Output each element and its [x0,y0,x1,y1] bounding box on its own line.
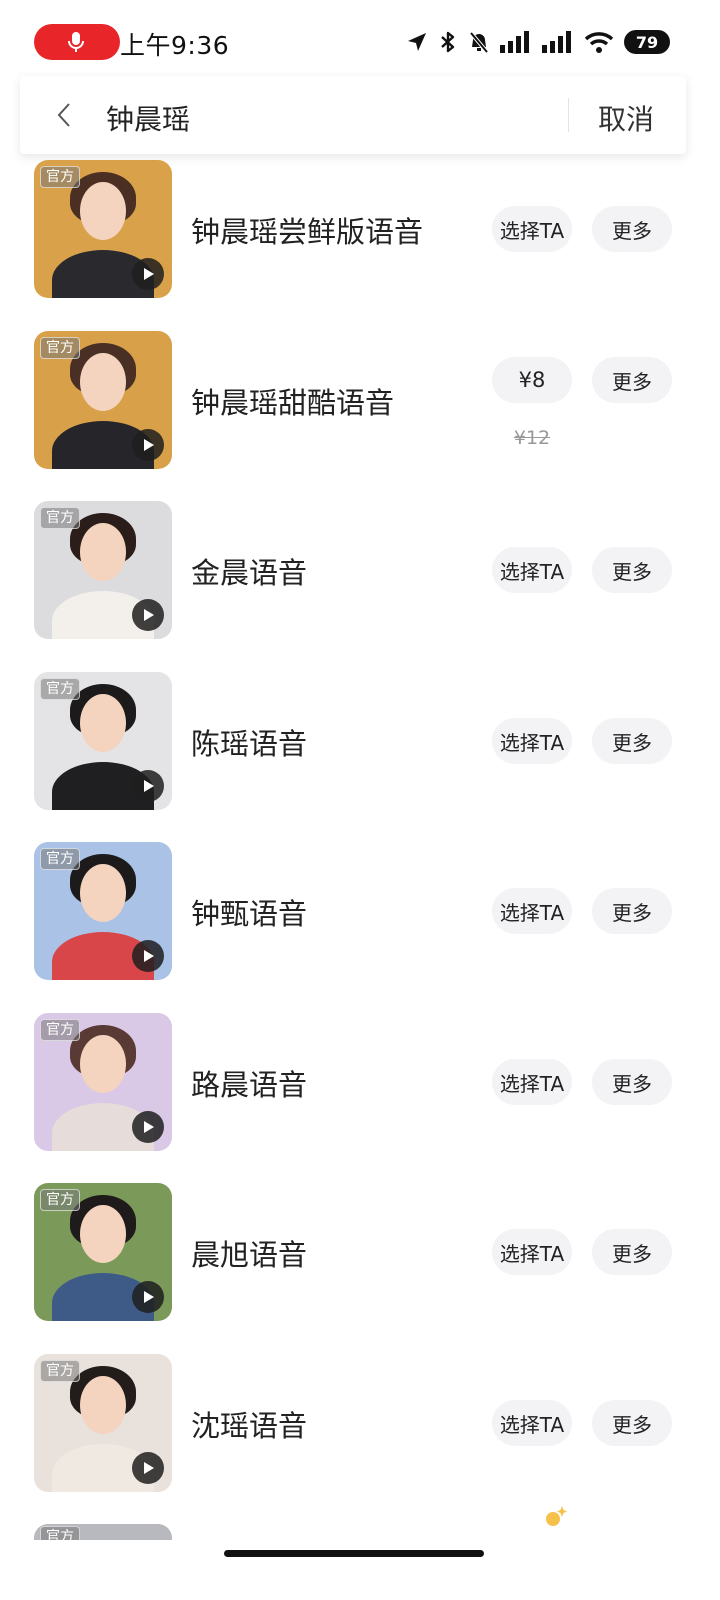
chevron-left-icon [57,103,70,127]
voice-name: 陈瑶语音 [191,727,308,761]
voice-thumbnail[interactable]: 官方 [34,842,172,980]
status-time: 上午9:36 [120,31,230,60]
more-button[interactable]: 更多 [592,1229,672,1275]
thumbnail-figure-face [80,523,126,581]
voice-result-list: 官方 钟晨瑶尝鲜版语音 选择TA 更多 官方 钟晨瑶甜酷语音 ¥8 更多 ¥12… [0,160,720,1540]
voice-thumbnail[interactable]: 官方 [34,1354,172,1492]
voice-name: 钟晨瑶尝鲜版语音 [191,215,424,249]
more-button[interactable]: 更多 [592,357,672,403]
select-voice-button[interactable]: 选择TA [492,718,572,764]
play-preview-button[interactable] [132,770,164,802]
more-button[interactable]: 更多 [592,206,672,252]
voice-list-item[interactable]: 官方 钟晨瑶尝鲜版语音 选择TA 更多 [0,160,720,300]
official-tag: 官方 [40,1019,80,1041]
microphone-recording-indicator[interactable] [34,24,120,60]
microphone-icon [68,32,84,52]
more-button[interactable]: 更多 [592,547,672,593]
voice-list-item[interactable]: 官方 钟晨瑶甜酷语音 ¥8 更多 ¥12 [0,331,720,471]
play-icon [144,1121,154,1133]
official-tag: 官方 [40,166,80,188]
voice-thumbnail[interactable]: 官方 [34,501,172,639]
play-preview-button[interactable] [132,599,164,631]
official-tag: 官方 [40,848,80,870]
select-voice-button[interactable]: 选择TA [492,547,572,593]
play-preview-button[interactable] [132,1452,164,1484]
voice-thumbnail[interactable]: 官方 [34,1183,172,1321]
voice-list-item[interactable]: 官方 金晨语音 选择TA 更多 [0,501,720,641]
voice-list-item[interactable]: 官方 钟甄语音 选择TA 更多 [0,842,720,982]
search-input[interactable]: 钟晨瑶 [106,98,190,138]
voice-name: 沈瑶语音 [191,1409,308,1443]
play-preview-button[interactable] [132,258,164,290]
voice-name: 钟晨瑶甜酷语音 [191,386,395,420]
play-icon [144,780,154,792]
thumbnail-figure-face [80,1035,126,1093]
voice-name: 晨旭语音 [191,1238,308,1272]
play-icon [144,268,154,280]
voice-name: 金晨语音 [191,556,308,590]
signal-strength-icon [500,31,529,53]
select-voice-button[interactable]: 选择TA [492,1229,572,1275]
play-preview-button[interactable] [132,940,164,972]
thumbnail-figure-face [80,864,126,922]
location-arrow-icon [408,33,426,51]
partial-list-item-thumbnail: 官方 [34,1524,172,1540]
official-tag: 官方 [40,1360,80,1382]
play-preview-button[interactable] [132,1111,164,1143]
play-preview-button[interactable] [132,429,164,461]
voice-list-item[interactable]: 官方 陈瑶语音 选择TA 更多 [0,672,720,812]
more-button[interactable]: 更多 [592,1059,672,1105]
voice-thumbnail[interactable]: 官方 [34,331,172,469]
voice-thumbnail[interactable]: 官方 [34,1013,172,1151]
thumbnail-figure-face [80,694,126,752]
more-button[interactable]: 更多 [592,718,672,764]
play-icon [144,1462,154,1474]
divider [568,98,569,132]
battery-level: 79 [624,30,670,54]
thumbnail-figure-face [80,182,126,240]
official-tag: 官方 [40,507,80,529]
thumbnail-figure-face [80,353,126,411]
voice-list-item[interactable]: 官方 沈瑶语音 选择TA 更多 [0,1354,720,1494]
official-tag: 官方 [40,678,80,700]
original-price: ¥12 [513,427,551,449]
sparkle-icon [544,1504,568,1532]
select-voice-button[interactable]: 选择TA [492,1400,572,1446]
home-indicator[interactable] [224,1550,484,1557]
wifi-icon [584,32,614,53]
official-tag: 官方 [40,337,80,359]
bluetooth-icon [441,31,455,53]
play-preview-button[interactable] [132,1281,164,1313]
thumbnail-figure-face [80,1205,126,1263]
official-tag: 官方 [40,1189,80,1211]
status-bar: 上午9:36 79 [0,0,720,80]
search-header: 钟晨瑶 取消 [20,76,686,154]
price-button[interactable]: ¥8 [492,357,572,403]
play-icon [144,1291,154,1303]
status-icons: 79 [406,28,670,56]
select-voice-button[interactable]: 选择TA [492,206,572,252]
thumbnail-figure-face [80,1376,126,1434]
voice-list-item[interactable]: 官方 晨旭语音 选择TA 更多 [0,1183,720,1323]
select-voice-button[interactable]: 选择TA [492,1059,572,1105]
play-icon [144,609,154,621]
more-button[interactable]: 更多 [592,888,672,934]
play-icon [144,439,154,451]
cancel-button[interactable]: 取消 [598,98,654,138]
select-voice-button[interactable]: 选择TA [492,888,572,934]
voice-name: 路晨语音 [191,1068,308,1102]
back-button[interactable] [44,95,84,135]
voice-list-item[interactable]: 官方 路晨语音 选择TA 更多 [0,1013,720,1153]
voice-thumbnail[interactable]: 官方 [34,160,172,298]
official-tag: 官方 [40,1526,80,1540]
signal-strength-2-icon [542,31,571,53]
play-icon [144,950,154,962]
voice-thumbnail[interactable]: 官方 [34,672,172,810]
voice-name: 钟甄语音 [191,897,308,931]
mute-bell-icon [469,31,489,54]
more-button[interactable]: 更多 [592,1400,672,1446]
